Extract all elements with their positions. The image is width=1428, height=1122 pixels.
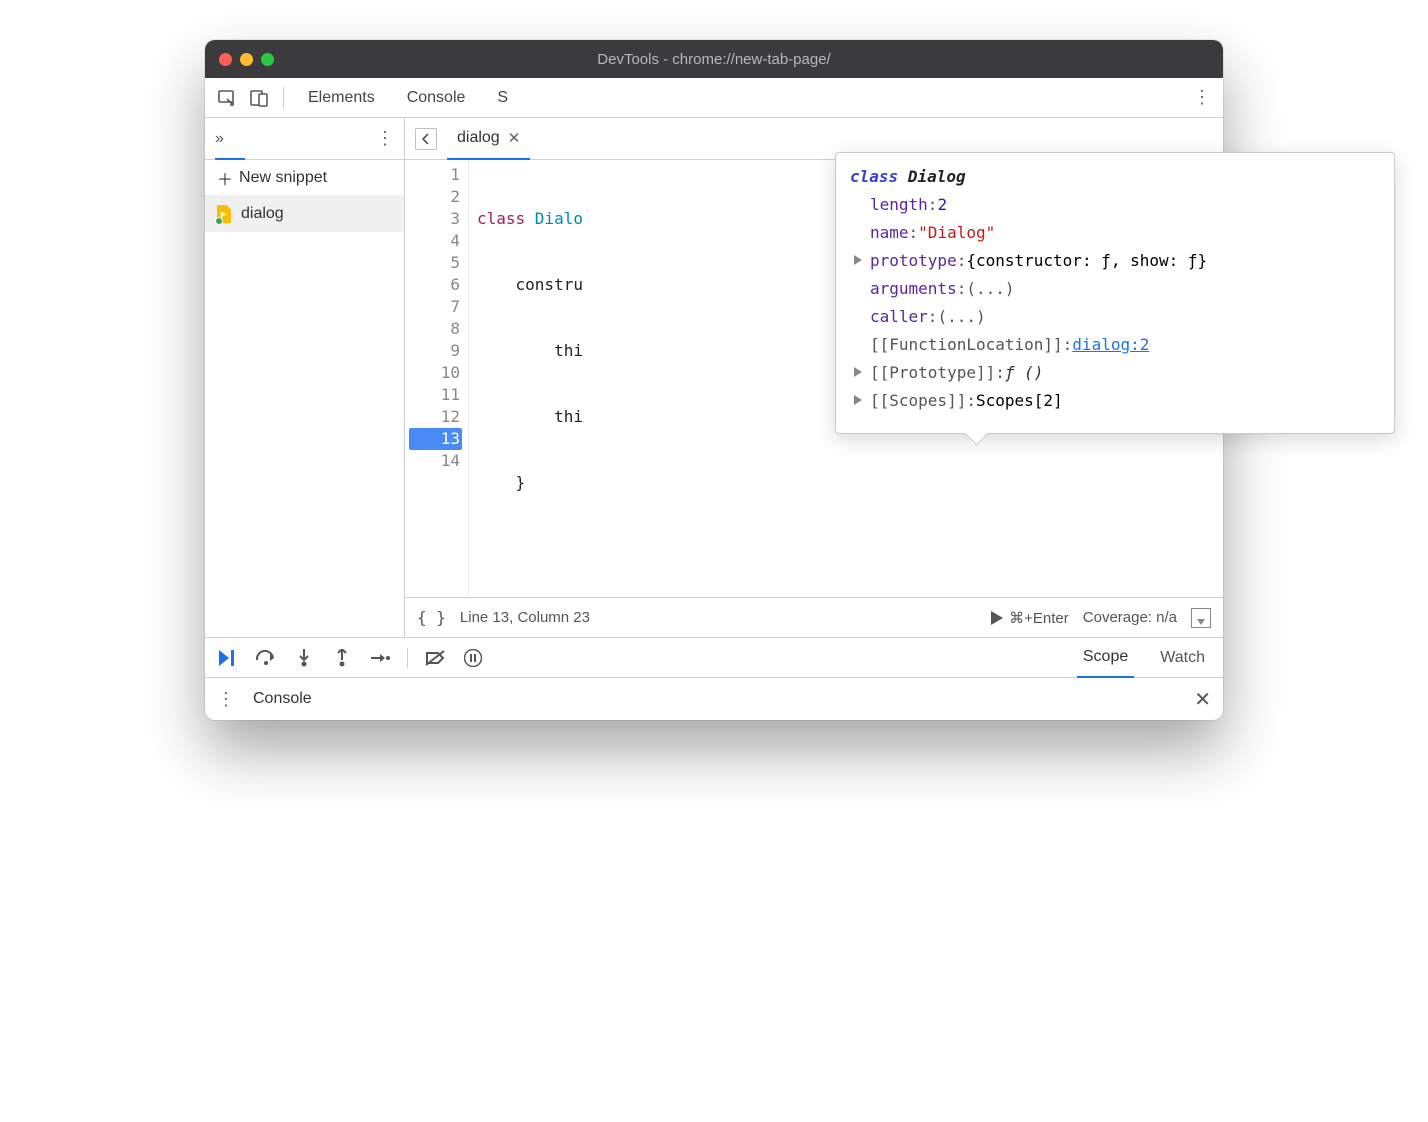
popover-header: class Dialog: [850, 163, 1380, 191]
close-tab-icon[interactable]: ✕: [508, 129, 521, 147]
run-snippet-button[interactable]: ⌘+Enter: [991, 609, 1069, 627]
code-editor: dialog ✕ 1 2 3 4 5 6 7 8 9 10 11 12: [405, 118, 1223, 637]
sidebar: » ⋮ ＋ New snippet ▸ dialog: [205, 118, 405, 637]
tab-watch[interactable]: Watch: [1154, 638, 1211, 678]
separator: [283, 87, 284, 109]
coverage-toggle-icon[interactable]: [1191, 608, 1211, 628]
window-title: DevTools - chrome://new-tab-page/: [205, 51, 1223, 68]
step-out-icon[interactable]: [331, 647, 353, 669]
tab-scope[interactable]: Scope: [1077, 638, 1134, 678]
editor-footer: { } Line 13, Column 23 ⌘+Enter Coverage:…: [405, 597, 1223, 637]
inspect-element-icon[interactable]: [213, 84, 241, 112]
main-area: » ⋮ ＋ New snippet ▸ dialog: [205, 118, 1223, 638]
tab-sources-partial[interactable]: S: [483, 78, 522, 118]
snippet-item-dialog[interactable]: ▸ dialog: [205, 196, 404, 232]
nav-back-icon[interactable]: [415, 128, 437, 150]
snippet-list: ▸ dialog: [205, 196, 404, 637]
devtools-window: DevTools - chrome://new-tab-page/ Elemen…: [205, 40, 1223, 720]
snippet-item-label: dialog: [241, 205, 284, 223]
tab-console[interactable]: Console: [393, 78, 480, 118]
line-gutter: 1 2 3 4 5 6 7 8 9 10 11 12 13 14: [405, 160, 469, 597]
deactivate-breakpoints-icon[interactable]: [424, 647, 446, 669]
prop-length[interactable]: length: 2: [850, 191, 1380, 219]
cursor-position: Line 13, Column 23: [460, 609, 590, 626]
file-tab-dialog[interactable]: dialog ✕: [447, 118, 530, 160]
maximize-window-icon[interactable]: [261, 53, 274, 66]
expand-panes-icon[interactable]: »: [215, 130, 224, 148]
prop-prototype[interactable]: prototype: {constructor: ƒ, show: ƒ}: [850, 247, 1380, 275]
snippet-file-icon: ▸: [217, 205, 233, 223]
step-into-icon[interactable]: [293, 647, 315, 669]
pause-on-exceptions-icon[interactable]: [462, 647, 484, 669]
prop-arguments[interactable]: arguments: (...): [850, 275, 1380, 303]
console-drawer: ⋮ Console ✕: [205, 678, 1223, 720]
device-toolbar-icon[interactable]: [245, 84, 273, 112]
minimize-window-icon[interactable]: [240, 53, 253, 66]
console-drawer-label[interactable]: Console: [253, 690, 312, 708]
step-icon[interactable]: [369, 647, 391, 669]
new-snippet-button[interactable]: ＋ New snippet: [205, 160, 404, 196]
console-more-icon[interactable]: ⋮: [217, 689, 235, 710]
prop-scopes[interactable]: [[Scopes]]: Scopes[2]: [850, 387, 1380, 415]
coverage-label: Coverage: n/a: [1083, 609, 1177, 626]
prop-caller[interactable]: caller: (...): [850, 303, 1380, 331]
sidebar-more-icon[interactable]: ⋮: [376, 128, 394, 149]
function-location-link[interactable]: dialog:2: [1072, 331, 1149, 359]
run-shortcut-label: ⌘+Enter: [1009, 609, 1069, 627]
panel-toolbar: Elements Console S ⋮: [205, 78, 1223, 118]
prop-name[interactable]: name: "Dialog": [850, 219, 1380, 247]
window-controls: [219, 53, 274, 66]
plus-icon: ＋: [217, 166, 233, 190]
expand-icon[interactable]: [854, 255, 862, 265]
pretty-print-icon[interactable]: { }: [417, 608, 446, 627]
titlebar: DevTools - chrome://new-tab-page/: [205, 40, 1223, 78]
prop-prototype-internal[interactable]: [[Prototype]]: ƒ (): [850, 359, 1380, 387]
new-snippet-label: New snippet: [239, 169, 327, 187]
close-window-icon[interactable]: [219, 53, 232, 66]
more-options-icon[interactable]: ⋮: [1189, 87, 1215, 108]
separator: [407, 648, 408, 668]
sidebar-header: » ⋮: [205, 118, 404, 160]
prop-function-location: [[FunctionLocation]]: dialog:2: [850, 331, 1380, 359]
expand-icon[interactable]: [854, 395, 862, 405]
step-over-icon[interactable]: [255, 647, 277, 669]
resume-icon[interactable]: [217, 647, 239, 669]
object-preview-popover: class Dialog length: 2 name: "Dialog" pr…: [835, 152, 1395, 434]
expand-icon[interactable]: [854, 367, 862, 377]
tab-elements[interactable]: Elements: [294, 78, 389, 118]
file-tab-label: dialog: [457, 129, 500, 147]
debugger-toolbar: Scope Watch: [205, 638, 1223, 678]
close-drawer-icon[interactable]: ✕: [1194, 687, 1211, 712]
